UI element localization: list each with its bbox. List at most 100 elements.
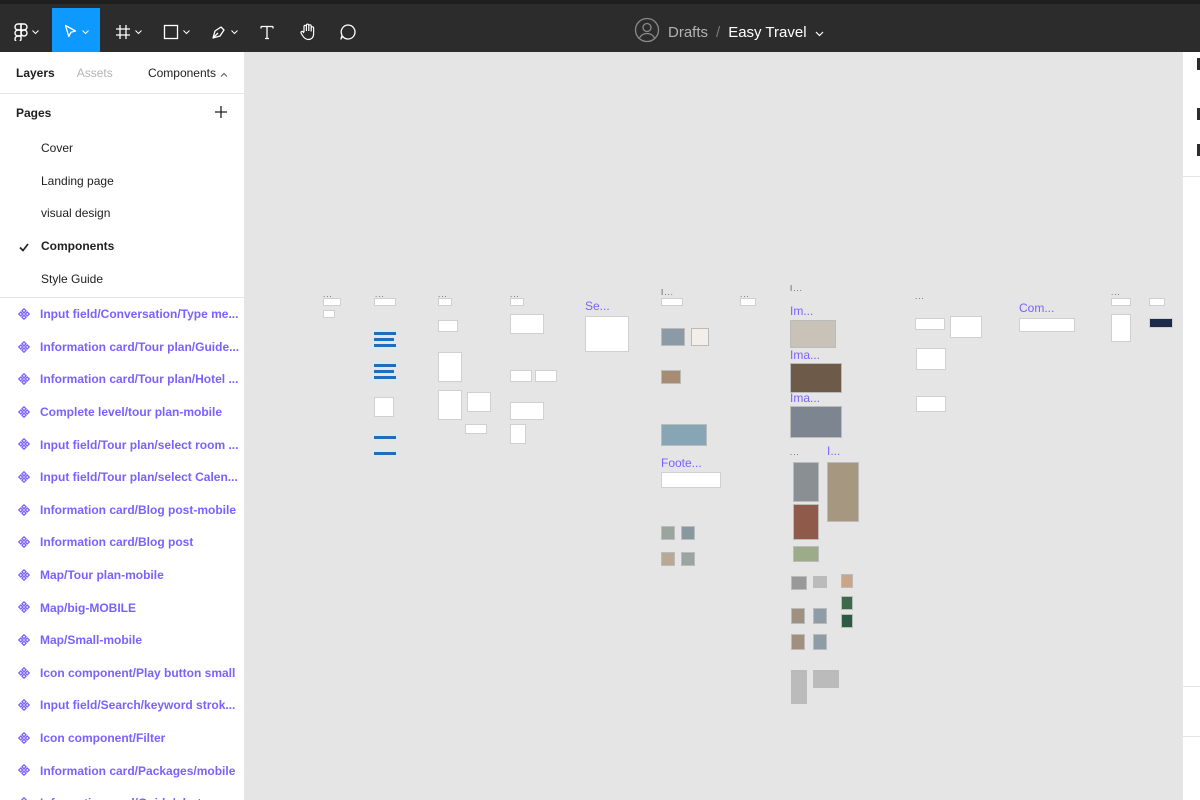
frame-thumbnail[interactable] <box>438 320 458 332</box>
frame-thumbnail[interactable] <box>535 370 557 382</box>
frame-thumbnail[interactable] <box>438 352 462 382</box>
add-page-icon[interactable] <box>214 105 228 122</box>
photo-thumbnail[interactable] <box>813 576 827 588</box>
photo-thumbnail[interactable] <box>661 526 675 540</box>
pen-tool-button[interactable] <box>200 8 248 56</box>
frame-thumbnail[interactable] <box>510 298 524 306</box>
frame-thumbnail[interactable] <box>915 318 945 330</box>
frame-thumbnail[interactable] <box>661 298 683 306</box>
tab-assets[interactable]: Assets <box>77 66 113 80</box>
layer-item[interactable]: Input field/Search/keyword strok... <box>0 689 244 722</box>
frame-thumbnail[interactable] <box>916 348 946 370</box>
photo-thumbnail[interactable] <box>791 634 805 650</box>
canvas[interactable]: ... ... ... ... Se... I... Foote... ... … <box>245 52 1182 800</box>
frame-thumbnail[interactable] <box>467 392 491 412</box>
frame-thumbnail[interactable] <box>740 298 756 306</box>
frame-thumbnail[interactable] <box>1149 318 1173 328</box>
component-label-i[interactable]: I... <box>827 444 840 458</box>
chevron-down-icon[interactable] <box>815 24 824 41</box>
move-tool-button[interactable] <box>52 8 100 56</box>
component-label-footer[interactable]: Foote... <box>661 456 702 470</box>
frame-thumbnail[interactable] <box>1149 298 1165 306</box>
layer-item[interactable]: Icon component/Play button small <box>0 657 244 690</box>
main-menu-button[interactable] <box>0 8 52 56</box>
frame-thumbnail[interactable] <box>374 397 394 417</box>
layer-item[interactable]: Complete level/tour plan-mobile <box>0 396 244 429</box>
frame-thumbnail[interactable] <box>916 396 946 412</box>
component-label-se[interactable]: Se... <box>585 299 610 313</box>
photo-thumbnail[interactable] <box>813 634 827 650</box>
layer-item[interactable]: Information card/Guide/photo an... <box>0 787 244 800</box>
page-item[interactable]: Landing page <box>0 165 244 198</box>
text-tool-button[interactable] <box>248 8 286 56</box>
frame-thumbnail[interactable] <box>323 310 335 318</box>
layer-item[interactable]: Map/Small-mobile <box>0 624 244 657</box>
frame-thumbnail[interactable] <box>438 298 452 306</box>
folder-link[interactable]: Drafts <box>668 24 708 41</box>
layer-item[interactable]: Information card/Blog post-mobile <box>0 494 244 527</box>
frame-tool-button[interactable] <box>104 8 152 56</box>
photo-thumbnail[interactable] <box>790 363 842 393</box>
frame-thumbnail[interactable] <box>585 316 629 352</box>
layer-item[interactable]: Icon component/Filter <box>0 722 244 755</box>
frame-thumbnail[interactable] <box>438 390 462 420</box>
layer-item[interactable]: Information card/Tour plan/Guide... <box>0 331 244 364</box>
layer-item[interactable]: Map/big-MOBILE <box>0 591 244 624</box>
tab-layers[interactable]: Layers <box>16 66 55 80</box>
photo-thumbnail[interactable] <box>827 462 859 522</box>
photo-thumbnail[interactable] <box>793 462 819 502</box>
layer-item[interactable]: Map/Tour plan-mobile <box>0 559 244 592</box>
photo-thumbnail[interactable] <box>791 670 807 704</box>
comment-tool-button[interactable] <box>328 8 368 56</box>
shape-tool-button[interactable] <box>152 8 200 56</box>
page-item[interactable]: Components <box>0 230 244 263</box>
photo-thumbnail[interactable] <box>813 670 839 688</box>
file-name[interactable]: Easy Travel <box>728 24 806 41</box>
page-item[interactable]: Style Guide <box>0 262 244 295</box>
photo-thumbnail[interactable] <box>841 596 853 610</box>
photo-thumbnail[interactable] <box>681 552 695 566</box>
avatar-icon[interactable] <box>634 17 660 47</box>
layer-item[interactable]: Input field/Tour plan/select room ... <box>0 428 244 461</box>
layer-item[interactable]: Information card/Packages/mobile <box>0 754 244 787</box>
layer-item[interactable]: Input field/Conversation/Type me... <box>0 298 244 331</box>
photo-thumbnail[interactable] <box>661 328 685 346</box>
component-label-ima[interactable]: Ima... <box>790 391 820 405</box>
frame-thumbnail[interactable] <box>1111 298 1131 306</box>
page-item[interactable]: Cover <box>0 132 244 165</box>
photo-thumbnail[interactable] <box>841 614 853 628</box>
layer-item[interactable]: Information card/Tour plan/Hotel ... <box>0 363 244 396</box>
frame-thumbnail[interactable] <box>374 298 396 306</box>
frame-thumbnail[interactable] <box>950 316 982 338</box>
layer-item[interactable]: Information card/Blog post <box>0 526 244 559</box>
frame-thumbnail[interactable] <box>661 472 721 488</box>
frame-thumbnail[interactable] <box>1111 314 1131 342</box>
photo-thumbnail[interactable] <box>661 424 707 446</box>
layer-item[interactable]: Input field/Tour plan/select Calen... <box>0 461 244 494</box>
photo-thumbnail[interactable] <box>791 576 807 590</box>
page-item[interactable]: visual design <box>0 197 244 230</box>
frame-thumbnail[interactable] <box>510 370 532 382</box>
frame-thumbnail[interactable] <box>510 402 544 420</box>
photo-thumbnail[interactable] <box>790 320 836 348</box>
photo-thumbnail[interactable] <box>790 406 842 438</box>
photo-thumbnail[interactable] <box>661 370 681 384</box>
photo-thumbnail[interactable] <box>813 608 827 624</box>
photo-thumbnail[interactable] <box>681 526 695 540</box>
photo-thumbnail[interactable] <box>691 328 709 346</box>
photo-thumbnail[interactable] <box>841 574 853 588</box>
hand-tool-button[interactable] <box>288 8 328 56</box>
photo-thumbnail[interactable] <box>793 504 819 540</box>
frame-thumbnail[interactable] <box>510 314 544 334</box>
frame-thumbnail[interactable] <box>323 298 341 306</box>
library-dropdown[interactable]: Components <box>148 66 228 80</box>
chart-thumbnail[interactable] <box>1019 336 1067 348</box>
component-label-im[interactable]: Im... <box>790 304 813 318</box>
photo-thumbnail[interactable] <box>791 608 805 624</box>
component-label-com[interactable]: Com... <box>1019 301 1054 315</box>
component-label-ima[interactable]: Ima... <box>790 348 820 362</box>
photo-thumbnail[interactable] <box>661 552 675 566</box>
frame-thumbnail[interactable] <box>465 424 487 434</box>
frame-thumbnail[interactable] <box>1019 318 1075 332</box>
photo-thumbnail[interactable] <box>793 546 819 562</box>
